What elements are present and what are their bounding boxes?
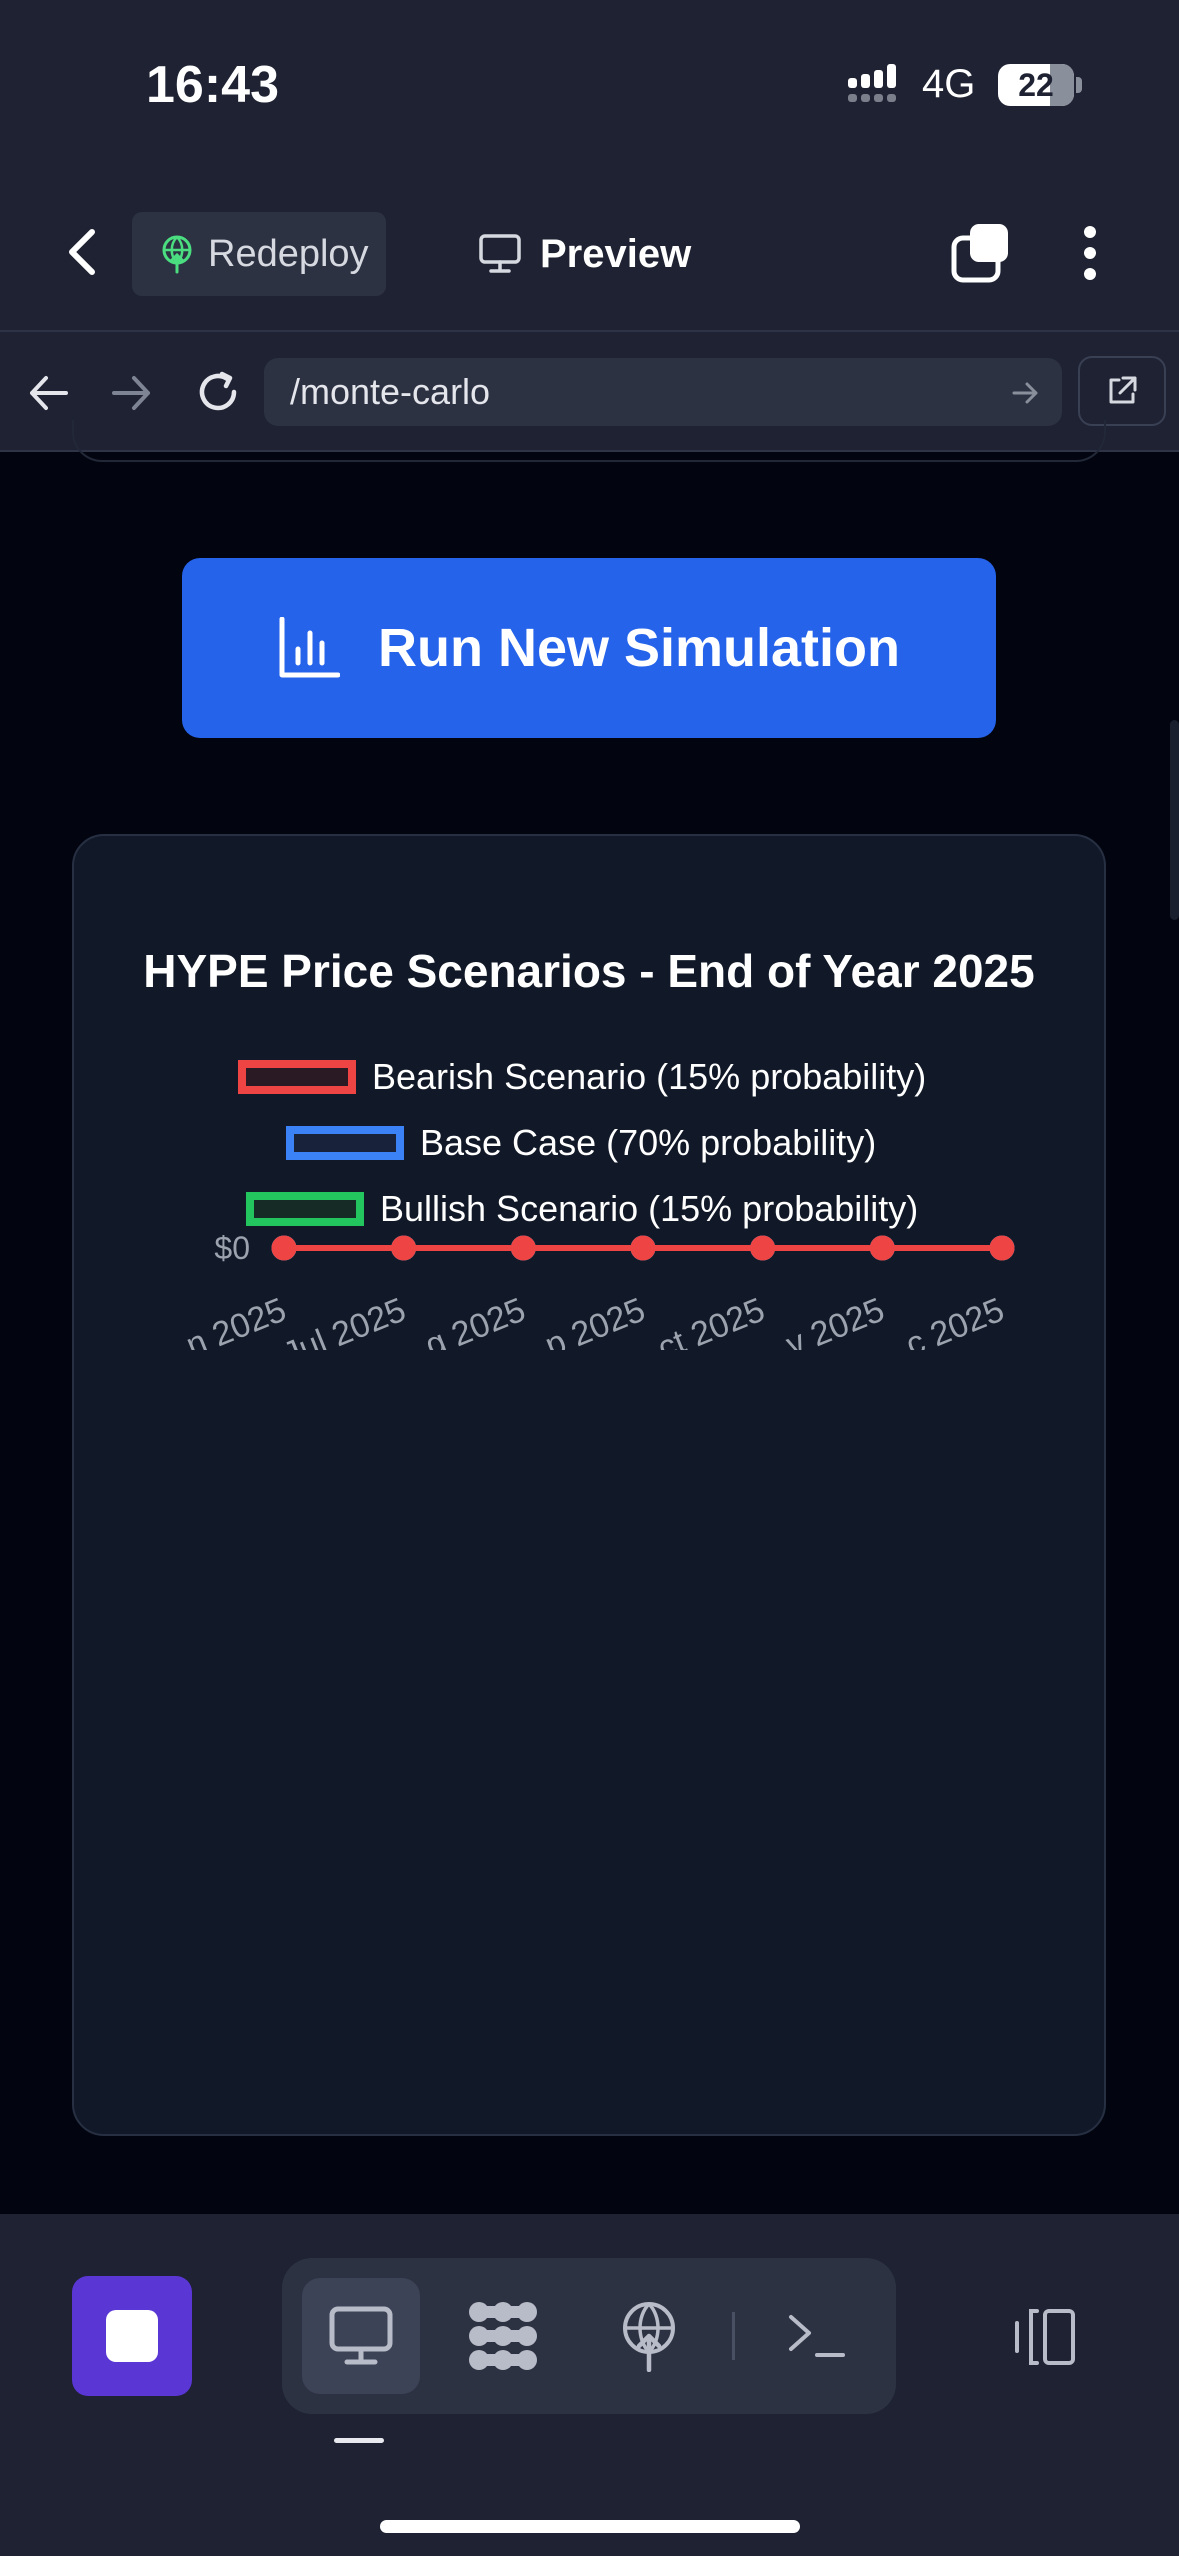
monitor-icon bbox=[329, 2306, 393, 2365]
y-tick-label: $0 bbox=[214, 1230, 250, 1266]
x-tick-label: v 2025 bbox=[781, 1291, 890, 1364]
preview-tool-button[interactable] bbox=[302, 2278, 420, 2394]
x-tick-label: p 2025 bbox=[540, 1291, 651, 1365]
stop-icon bbox=[106, 2310, 158, 2362]
active-tab-indicator bbox=[334, 2438, 384, 2443]
terminal-icon bbox=[789, 2315, 845, 2357]
data-point[interactable] bbox=[510, 1235, 536, 1261]
x-tick-label: n 2025 bbox=[181, 1291, 292, 1365]
data-point[interactable] bbox=[989, 1235, 1015, 1261]
x-tick-label: c 2025 bbox=[900, 1291, 1009, 1364]
x-tick-label: ct 2025 bbox=[652, 1291, 770, 1368]
apps-tool-button[interactable] bbox=[444, 2278, 562, 2394]
x-tick-label: g 2025 bbox=[420, 1291, 531, 1365]
panel-icon bbox=[1015, 2309, 1075, 2365]
terminal-tool-button[interactable] bbox=[758, 2278, 876, 2394]
tool-separator bbox=[732, 2312, 735, 2360]
home-indicator[interactable] bbox=[380, 2520, 800, 2533]
stop-button[interactable] bbox=[72, 2276, 192, 2396]
panel-toggle-button[interactable] bbox=[1000, 2300, 1088, 2374]
data-point[interactable] bbox=[391, 1235, 417, 1261]
price-chart: n 2025Jul 2025 g 2025 p 2025 ct 2025 v 2025 c… bbox=[181, 1230, 1015, 1374]
x-tick-label: Jul 2025 bbox=[278, 1291, 411, 1374]
data-point[interactable] bbox=[271, 1235, 297, 1261]
apps-icon bbox=[469, 2302, 537, 2370]
data-point[interactable] bbox=[630, 1235, 656, 1261]
data-point[interactable] bbox=[750, 1235, 776, 1261]
data-point[interactable] bbox=[869, 1235, 895, 1261]
deploy-tool-button[interactable] bbox=[590, 2278, 708, 2394]
deploy-icon bbox=[623, 2302, 675, 2372]
